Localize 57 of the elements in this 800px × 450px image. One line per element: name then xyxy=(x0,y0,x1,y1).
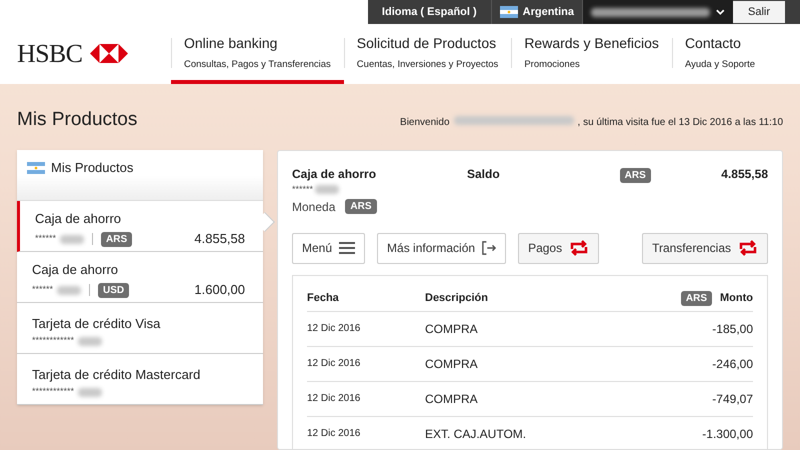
action-button[interactable]: Menú xyxy=(292,232,366,264)
swap-arrows-icon xyxy=(569,240,590,256)
table-cell-text: COMPRA xyxy=(425,356,478,372)
table-cell-text: COMPRA xyxy=(425,390,478,408)
currency-tag: ARS xyxy=(680,290,712,306)
balance-label: Saldo xyxy=(467,166,500,183)
table-cell-text: 12 Dic 2016 xyxy=(307,322,362,336)
table-cell-text: -185,00 xyxy=(712,320,753,338)
product-item[interactable]: Caja de ahorro ****** USD 1.600,00 xyxy=(17,252,263,303)
flag-icon xyxy=(27,162,45,174)
exit-icon xyxy=(482,241,496,255)
action-button[interactable]: Transferencias xyxy=(642,232,768,264)
currency-label: Moneda xyxy=(292,198,336,216)
page-title: Mis Productos xyxy=(17,108,138,132)
currency-tag: ARS xyxy=(101,232,132,246)
currency-tag: ARS xyxy=(620,168,651,183)
column-header: Fecha xyxy=(307,290,340,306)
panel-title: Mis Productos xyxy=(51,162,134,174)
swap-arrows-icon xyxy=(738,240,758,256)
chevron-down-icon xyxy=(716,9,725,16)
redacted-text xyxy=(60,234,84,244)
logout-button[interactable]: Salir xyxy=(733,1,785,24)
table-cell-text: 12 Dic 2016 xyxy=(307,427,362,441)
account-panel: Caja de ahorro ****** Moneda ARS Saldo ARS 4.855,58 Menú Más información Pagos Transferencias Fecha Descripción ARS Monto 12 Dic 2016 COMPRA -185,00 12 Dic 2016 COMPRA -246,00 12 Dic 2016 COMPRA -749,07 12 Dic 2016 EXT. CAJ.AUTOM. -1.300,00 xyxy=(277,150,783,450)
redacted-text xyxy=(78,336,102,346)
nav-tab[interactable]: Rewards y Beneficios Promociones xyxy=(511,24,672,84)
redacted-text xyxy=(315,185,340,194)
column-header: Monto xyxy=(720,290,753,306)
user-menu[interactable] xyxy=(583,0,733,24)
last-visit-text: , su última visita fue el 13 Dic 2016 a las 11:10 xyxy=(578,116,783,130)
menu-icon xyxy=(339,242,356,254)
table-cell-text: -246,00 xyxy=(712,356,753,372)
currency-tag: ARS xyxy=(345,199,376,214)
nav-tab[interactable]: Online banking Consultas, Pagos y Transferencias xyxy=(171,24,344,84)
table-cell-text: 12 Dic 2016 xyxy=(307,357,362,371)
nav-tab[interactable]: Contacto Ayuda y Soporte xyxy=(672,24,768,84)
balance-amount: 4.855,58 xyxy=(721,166,768,183)
logo-text: HSBC xyxy=(17,40,82,67)
welcome-text: Bienvenido xyxy=(400,116,450,130)
hexagon-logo-icon xyxy=(90,44,128,64)
redacted-text xyxy=(57,286,82,294)
table-cell-text: COMPRA xyxy=(425,320,478,338)
account-name: Caja de ahorro xyxy=(292,166,378,183)
column-header: Descripción xyxy=(425,290,488,306)
table-cell-text: -749,07 xyxy=(712,390,753,408)
action-button[interactable]: Pagos xyxy=(518,232,600,264)
currency-tag: USD xyxy=(98,282,130,298)
table-cell-text: EXT. CAJ.AUTOM. xyxy=(425,426,526,442)
table-cell-text: -1.300,00 xyxy=(702,426,753,442)
nav-tab[interactable]: Solicitud de Productos Cuentas, Inversiones y Proyectos xyxy=(344,24,512,84)
redacted-text xyxy=(78,388,102,396)
action-button[interactable]: Más información xyxy=(377,232,506,264)
table-cell-text: 12 Dic 2016 xyxy=(307,392,362,406)
product-item[interactable]: Tarjeta de crédito Mastercard ************ xyxy=(17,354,263,405)
product-item[interactable]: Tarjeta de crédito Visa ************ xyxy=(17,303,263,354)
flag-icon xyxy=(500,6,518,18)
product-item[interactable]: Caja de ahorro ****** ARS 4.855,58 xyxy=(17,201,263,252)
